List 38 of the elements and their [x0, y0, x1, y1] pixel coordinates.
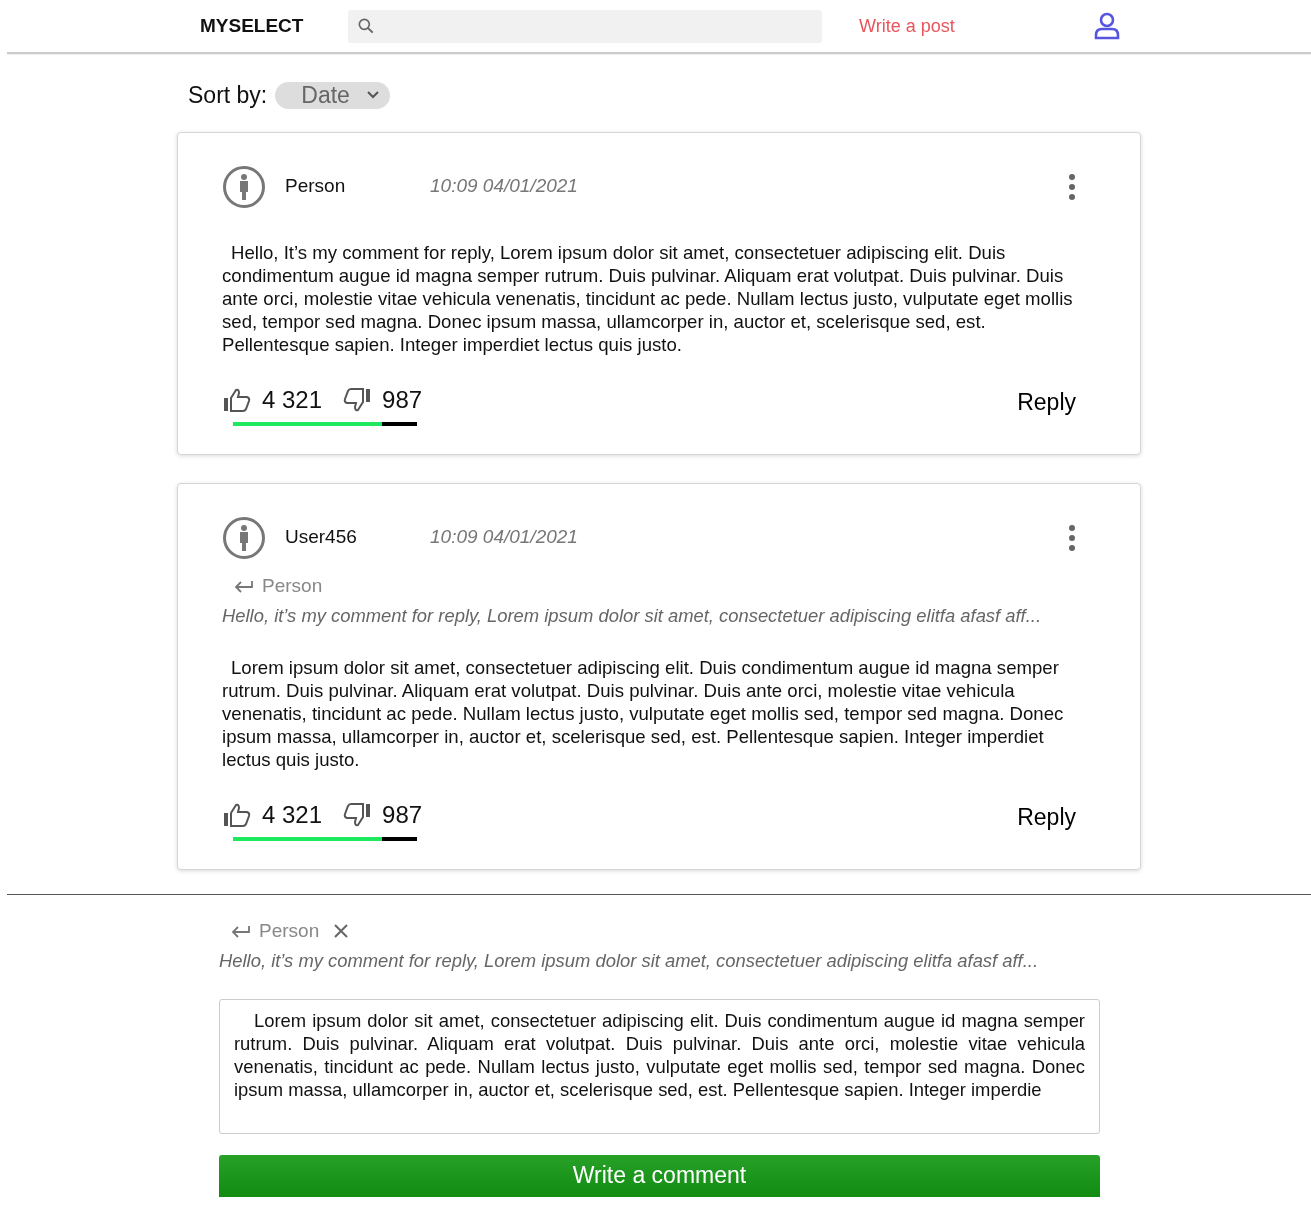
reply-author: Person — [259, 918, 320, 943]
comment-input[interactable]: Lorem ipsum dolor sit amet, consectetuer adipiscing elit. Duis condimentum augue id magna semper rutrum. Duis pulvinar. Aliquam erat volutpat. Duis pulvinar. Duis ante orci, molestie vitae vehicula venenatis, tincidunt ac pede. Nullam lectus justo, vulputate eget mollis sed, tempor sed magna. Donec ipsum massa, ullamcorper in, auctor et, scelerisque sed, est. Pellentesque sapien. Integer imperdie — [219, 998, 1100, 1134]
reply-arrow-icon — [231, 923, 251, 938]
search-field[interactable] — [348, 9, 822, 43]
kebab-icon — [1068, 172, 1076, 201]
kebab-icon — [1068, 523, 1076, 552]
quoted-text: Hello, it’s my comment for reply, Lorem ipsum dolor sit amet, consectetuer adipiscing elitfa afasf aff... — [222, 604, 1043, 628]
more-options-button[interactable] — [1068, 172, 1076, 201]
search-icon — [356, 16, 376, 36]
like-count: 4 321 — [262, 799, 323, 830]
author-name: Person — [285, 174, 347, 199]
write-comment-button[interactable]: Write a comment — [219, 1154, 1100, 1197]
reply-arrow-icon — [234, 578, 254, 593]
avatar-icon — [222, 515, 266, 560]
timestamp: 10:09 04/01/2021 — [430, 174, 578, 199]
comment-text: Hello, It’s my comment for reply, Lorem ipsum dolor sit amet, consectetuer adipiscing elit. Duis condimentum augue id magna semper rutrum. Duis pulvinar. Aliquam erat volutpat. Duis pulvinar. Duis ante orci, molestie vitae vehicula venenatis, tincidunt ac pede. Nullam lectus justo, vulputate eget mollis sed, tempor sed magna. Donec ipsum massa, ullamcorper in, auctor et, scelerisque sed, est. Pellentesque sapien. Integer imperdiet lectus quis justo. — [222, 240, 1074, 356]
sort-dropdown[interactable]: Date — [275, 81, 390, 109]
reply-author: Person — [262, 573, 323, 598]
dislike-count: 987 — [382, 799, 423, 830]
dislike-count: 987 — [382, 384, 423, 415]
thumbs-down-icon[interactable] — [342, 386, 373, 413]
reply-button[interactable]: Reply — [1017, 800, 1076, 835]
thumbs-up-icon[interactable] — [222, 801, 252, 828]
avatar-icon — [222, 164, 266, 209]
sort-label: Sort by: — [188, 81, 268, 110]
brand-logo: MYSELECT — [200, 13, 305, 38]
close-icon[interactable] — [333, 922, 350, 939]
like-count: 4 321 — [262, 384, 323, 415]
more-options-button[interactable] — [1068, 523, 1076, 552]
author-name: User456 — [285, 525, 358, 550]
thumbs-down-icon[interactable] — [342, 801, 373, 828]
write-post-link[interactable]: Write a post — [859, 12, 955, 40]
quoted-text: Hello, it’s my comment for reply, Lorem ipsum dolor sit amet, consectetuer adipiscing elitfa afasf aff... — [219, 949, 1040, 974]
reply-button[interactable]: Reply — [1017, 385, 1076, 420]
comment-text: Lorem ipsum dolor sit amet, consectetuer adipiscing elit. Duis condimentum augue id magna semper rutrum. Duis pulvinar. Aliquam erat volutpat. Duis pulvinar. Duis ante orci, molestie vitae vehicula venenatis, tincidunt ac pede. Nullam lectus justo, vulputate eget mollis sed, tempor sed magna. Donec ipsum massa, ullamcorper in, auctor et, scelerisque sed, est. Pellentesque sapien. Integer imperdiet lectus quis justo. — [222, 655, 1065, 771]
timestamp: 10:09 04/01/2021 — [430, 525, 578, 550]
thumbs-up-icon[interactable] — [222, 386, 252, 413]
caret-icon — [365, 90, 380, 101]
